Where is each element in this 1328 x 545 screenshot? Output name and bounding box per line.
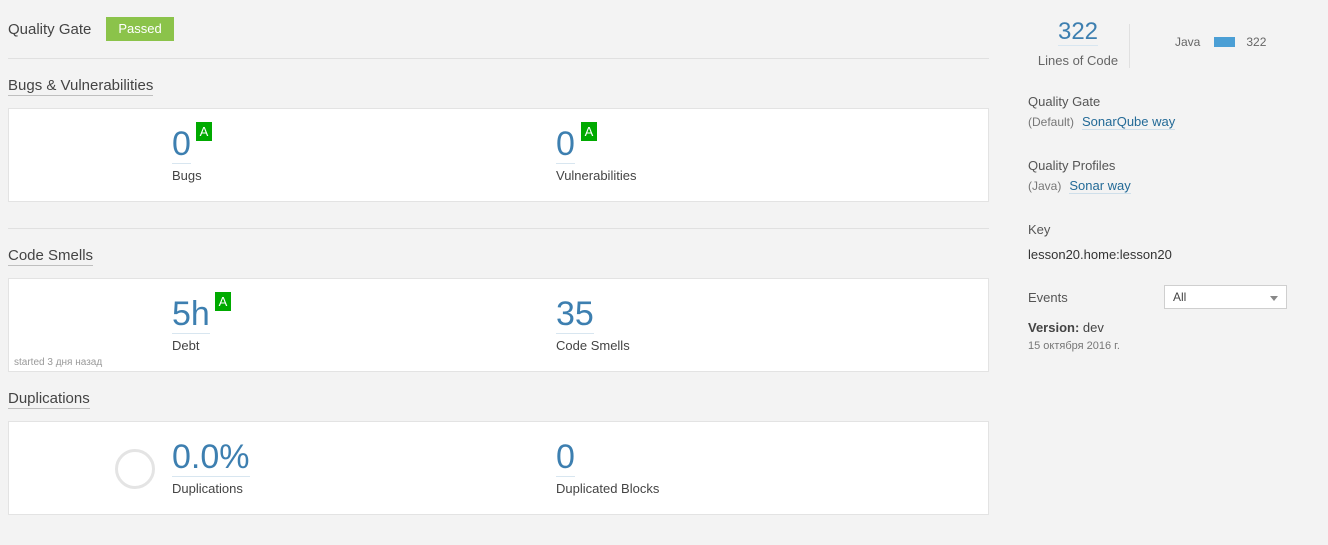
duplications-section-title: Duplications (8, 390, 90, 409)
language-name: Java (1175, 35, 1201, 49)
language-distribution: Java 322 (1175, 35, 1266, 49)
lines-of-code-label: Lines of Code (1037, 53, 1119, 68)
debt-rating-badge[interactable]: A (215, 292, 231, 311)
vulnerabilities-rating-badge[interactable]: A (581, 122, 597, 141)
version-date: 15 октября 2016 г. (1028, 340, 1120, 352)
quality-gate-info: (Default) SonarQube way (1028, 114, 1176, 130)
vulnerabilities-value[interactable]: 0 (556, 125, 575, 164)
events-heading: Events (1028, 290, 1068, 305)
vulnerabilities-label: Vulnerabilities (556, 168, 637, 183)
duplications-donut-icon (115, 449, 155, 489)
language-bar (1214, 37, 1236, 47)
duplications-label: Duplications (172, 481, 243, 496)
bugs-card: 0 Bugs A 0 Vulnerabilities A (8, 108, 989, 202)
chevron-down-icon (1270, 296, 1278, 301)
debt-label: Debt (172, 338, 200, 353)
version-value: dev (1082, 320, 1104, 335)
duplications-metric: 0.0% Duplications (172, 438, 250, 496)
quality-profiles-heading: Quality Profiles (1028, 158, 1116, 173)
code-smells-metric: 35 Code Smells (556, 295, 630, 353)
duplications-card: 0.0% Duplications 0 Duplicated Blocks (8, 421, 989, 515)
debt-metric: 5h Debt (172, 295, 210, 353)
bugs-rating-badge[interactable]: A (196, 122, 212, 141)
divider (8, 228, 989, 229)
version-event: Version: dev (1028, 320, 1104, 335)
quality-gate-heading: Quality Gate (1028, 94, 1101, 109)
lines-of-code-value[interactable]: 322 (1057, 18, 1099, 46)
duplications-section-link[interactable]: Duplications (8, 390, 90, 409)
duplicated-blocks-label: Duplicated Blocks (556, 481, 660, 496)
code-smells-label: Code Smells (556, 338, 630, 353)
quality-profile-language-tag: (Java) (1028, 179, 1062, 193)
duplications-value[interactable]: 0.0% (172, 438, 250, 477)
bugs-value[interactable]: 0 (172, 125, 191, 164)
quality-profiles-info: (Java) Sonar way (1028, 178, 1131, 194)
duplicated-blocks-value[interactable]: 0 (556, 438, 575, 477)
key-heading: Key (1028, 222, 1051, 237)
version-label: Version: (1028, 320, 1080, 335)
bugs-label: Bugs (172, 168, 202, 183)
events-filter-select[interactable]: All (1164, 285, 1287, 309)
code-smells-card: 5h Debt A 35 Code Smells started 3 дня н… (8, 278, 989, 372)
bugs-section-title: Bugs & Vulnerabilities (8, 77, 154, 96)
events-filter-value: All (1173, 290, 1187, 304)
quality-gate-link[interactable]: SonarQube way (1082, 114, 1176, 130)
code-smells-value[interactable]: 35 (556, 295, 594, 334)
quality-gate-row: Quality Gate Passed (8, 17, 174, 41)
bugs-section-link[interactable]: Bugs & Vulnerabilities (8, 77, 154, 96)
language-lines: 322 (1246, 35, 1267, 49)
divider (8, 58, 989, 59)
started-period-note: started 3 дня назад (14, 357, 103, 368)
lines-of-code-metric: 322 Lines of Code (1028, 18, 1128, 68)
project-key: lesson20.home:lesson20 (1028, 247, 1172, 262)
divider (1129, 24, 1130, 68)
code-smells-section-title: Code Smells (8, 247, 94, 266)
quality-gate-default-tag: (Default) (1028, 115, 1075, 129)
quality-gate-status-badge: Passed (106, 17, 174, 41)
quality-gate-title: Quality Gate (8, 20, 92, 38)
debt-value[interactable]: 5h (172, 295, 210, 334)
quality-profile-link[interactable]: Sonar way (1069, 178, 1131, 194)
duplicated-blocks-metric: 0 Duplicated Blocks (556, 438, 659, 496)
code-smells-section-link[interactable]: Code Smells (8, 247, 94, 266)
